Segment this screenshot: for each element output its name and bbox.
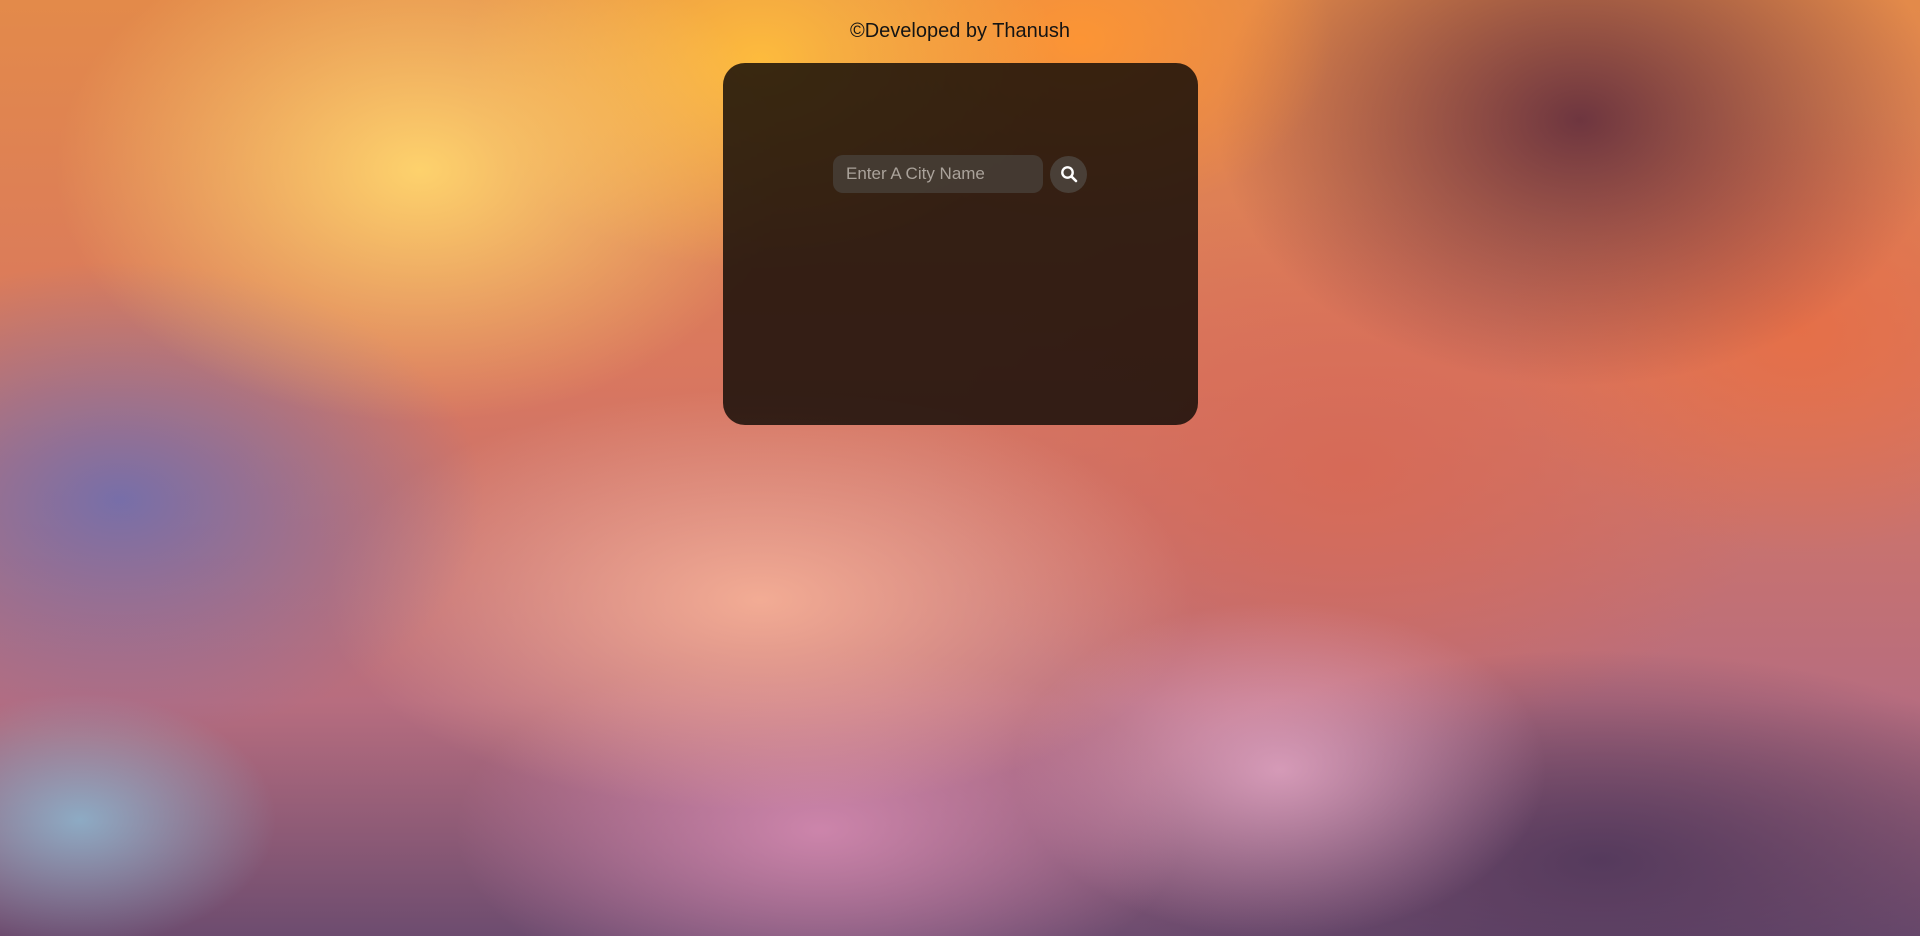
search-button[interactable] (1050, 155, 1087, 193)
city-search-input[interactable] (833, 155, 1043, 193)
weather-app-page: ©Developed by Thanush (0, 0, 1920, 936)
search-icon (1060, 166, 1077, 183)
search-bar (833, 155, 1087, 193)
developer-credit: ©Developed by Thanush (849, 20, 1071, 42)
weather-card (723, 63, 1198, 425)
